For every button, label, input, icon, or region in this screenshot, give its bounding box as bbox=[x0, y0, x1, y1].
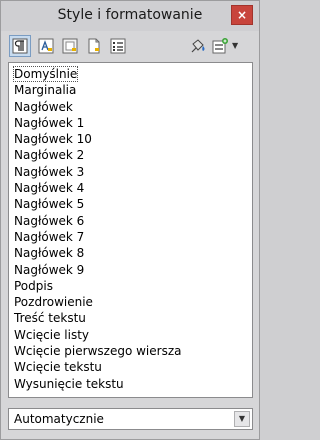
style-name: Podpis bbox=[14, 278, 53, 293]
style-name: Nagłówek 1 bbox=[14, 115, 85, 130]
style-name: Marginalia bbox=[14, 83, 77, 98]
style-list-item[interactable]: Marginalia bbox=[9, 82, 252, 98]
style-name: Nagłówek 10 bbox=[14, 132, 92, 147]
style-list-item[interactable]: Nagłówek 1 bbox=[9, 115, 252, 131]
title-bar[interactable]: Style i formatowanie × bbox=[1, 1, 259, 31]
style-name: Wysunięcie tekstu bbox=[14, 376, 124, 391]
style-list-item[interactable]: Nagłówek bbox=[9, 99, 252, 115]
style-name: Nagłówek 5 bbox=[14, 197, 85, 212]
style-list-item[interactable]: Nagłówek 6 bbox=[9, 213, 252, 229]
window-title: Style i formatowanie bbox=[57, 7, 203, 23]
style-list-item[interactable]: Nagłówek 8 bbox=[9, 245, 252, 261]
style-list-item[interactable]: Wcięcie pierwszego wiersza bbox=[9, 343, 252, 359]
chevron-down-icon[interactable]: ▼ bbox=[232, 41, 238, 50]
fill-format-mode-button[interactable] bbox=[187, 35, 209, 57]
page-styles-button[interactable] bbox=[83, 35, 105, 57]
style-list-item[interactable]: Nagłówek 9 bbox=[9, 262, 252, 278]
style-name: Nagłówek 9 bbox=[14, 262, 85, 277]
style-list-item[interactable]: Nagłówek 4 bbox=[9, 180, 252, 196]
new-style-icon bbox=[212, 38, 228, 54]
style-name: Nagłówek 6 bbox=[14, 213, 85, 228]
style-name: Nagłówek 4 bbox=[14, 181, 85, 196]
style-list-item[interactable]: Domyślnie bbox=[9, 66, 252, 82]
list-styles-icon bbox=[110, 38, 126, 54]
style-name: Pozdrowienie bbox=[14, 295, 93, 310]
style-name: Nagłówek 7 bbox=[14, 229, 85, 244]
style-list-item[interactable]: Wysunięcie tekstu bbox=[9, 376, 252, 392]
list-styles-button[interactable] bbox=[107, 35, 129, 57]
style-list-item[interactable]: Podpis bbox=[9, 278, 252, 294]
filter-value: Automatycznie bbox=[14, 412, 104, 426]
style-filter-select[interactable]: Automatycznie ▼ bbox=[8, 408, 253, 430]
character-styles-icon bbox=[38, 38, 54, 54]
style-name: Treść tekstu bbox=[14, 311, 86, 326]
style-list-item[interactable]: Wcięcie tekstu bbox=[9, 359, 252, 375]
frame-styles-button[interactable] bbox=[59, 35, 81, 57]
style-name: Wcięcie tekstu bbox=[14, 360, 102, 375]
style-list-item[interactable]: Nagłówek 2 bbox=[9, 147, 252, 163]
style-list-item[interactable]: Nagłówek 7 bbox=[9, 229, 252, 245]
style-list-item[interactable]: Pozdrowienie bbox=[9, 294, 252, 310]
page-styles-icon bbox=[88, 38, 100, 54]
style-list-item[interactable]: Treść tekstu bbox=[9, 310, 252, 326]
style-name: Domyślnie bbox=[12, 66, 79, 82]
style-name: Nagłówek bbox=[14, 99, 73, 114]
paragraph-styles-icon bbox=[12, 38, 28, 54]
style-list-item[interactable]: Nagłówek 5 bbox=[9, 196, 252, 212]
style-name: Wcięcie listy bbox=[14, 327, 90, 342]
chevron-down-icon[interactable]: ▼ bbox=[234, 411, 250, 427]
styles-list[interactable]: Domyślnie Marginalia Nagłówek Nagłówek 1 Nag… bbox=[8, 62, 253, 398]
style-name: Nagłówek 2 bbox=[14, 148, 85, 163]
style-name: Nagłówek 8 bbox=[14, 246, 85, 261]
style-name: Wcięcie pierwszego wiersza bbox=[14, 344, 182, 359]
paragraph-styles-button[interactable] bbox=[9, 35, 31, 57]
new-style-from-selection-button[interactable] bbox=[209, 35, 231, 57]
style-name: Nagłówek 3 bbox=[14, 164, 85, 179]
close-button[interactable]: × bbox=[231, 5, 253, 25]
styles-formatting-window: Style i formatowanie × ▼ Domyślnie Margi… bbox=[0, 0, 260, 440]
style-list-item[interactable]: Nagłówek 3 bbox=[9, 164, 252, 180]
character-styles-button[interactable] bbox=[35, 35, 57, 57]
style-list-item[interactable]: Wcięcie listy bbox=[9, 327, 252, 343]
toolbar: ▼ bbox=[9, 35, 253, 59]
fill-format-icon bbox=[191, 39, 205, 53]
frame-styles-icon bbox=[62, 38, 78, 54]
style-list-item[interactable]: Nagłówek 10 bbox=[9, 131, 252, 147]
